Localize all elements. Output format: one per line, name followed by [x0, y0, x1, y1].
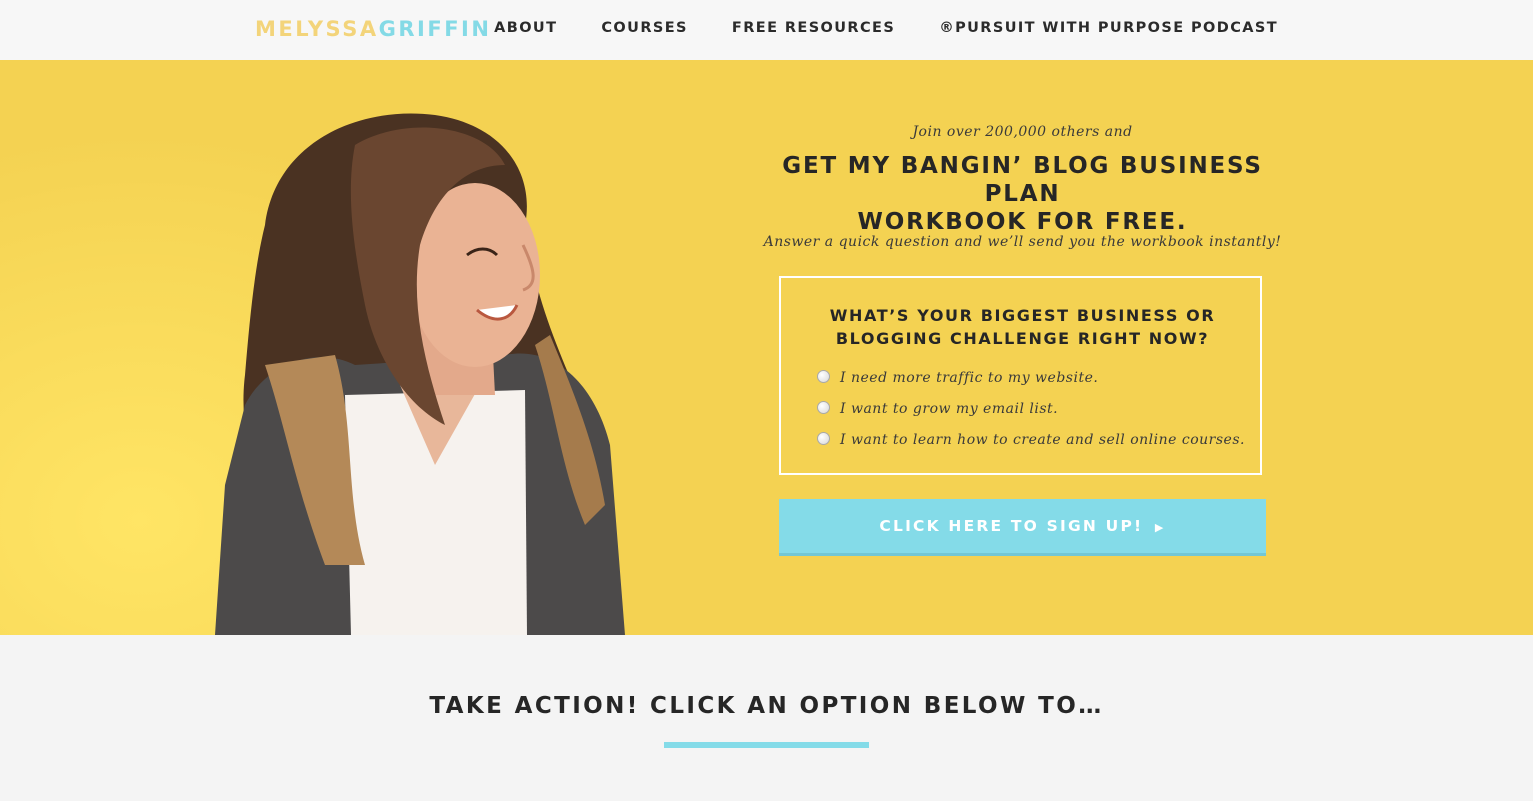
quiz-option-label: I want to grow my email list.: [840, 401, 1059, 417]
hero-section: Join over 200,000 others and GET MY BANG…: [0, 60, 1533, 635]
nav-courses[interactable]: COURSES: [601, 20, 688, 36]
hero-subtext: Answer a quick question and we’ll send y…: [763, 234, 1282, 250]
section-title: TAKE ACTION! CLICK AN OPTION BELOW TO…: [429, 693, 1104, 719]
hero-headline: GET MY BANGIN’ BLOG BUSINESS PLAN WORKBO…: [760, 152, 1285, 236]
quiz-question: WHAT’S YOUR BIGGEST BUSINESS OR BLOGGING…: [781, 304, 1264, 350]
radio-button-icon[interactable]: [817, 369, 830, 383]
radio-button-icon[interactable]: [817, 431, 830, 445]
site-logo[interactable]: MELYSSAGRIFFIN: [255, 17, 491, 41]
quiz-question-line-2: BLOGGING CHALLENGE RIGHT NOW?: [835, 329, 1210, 348]
radio-button-icon[interactable]: [817, 400, 830, 414]
section-title-underline: [664, 742, 869, 748]
nav-podcast[interactable]: ®PURSUIT WITH PURPOSE PODCAST: [939, 20, 1278, 36]
quiz-option-label: I need more traffic to my website.: [840, 370, 1099, 386]
quiz-question-line-1: WHAT’S YOUR BIGGEST BUSINESS OR: [829, 306, 1216, 325]
main-nav: ABOUT COURSES FREE RESOURCES ®PURSUIT WI…: [494, 20, 1278, 36]
play-triangle-icon: ▶: [1154, 521, 1166, 534]
sign-up-label: CLICK HERE TO SIGN UP!: [879, 517, 1144, 535]
hero-kicker: Join over 200,000 others and: [912, 124, 1133, 140]
portrait-image: [215, 113, 625, 635]
sign-up-button[interactable]: CLICK HERE TO SIGN UP! ▶: [779, 499, 1266, 556]
headline-line-2: WORKBOOK FOR FREE.: [857, 209, 1188, 235]
quiz-box: WHAT’S YOUR BIGGEST BUSINESS OR BLOGGING…: [779, 276, 1262, 475]
site-header: MELYSSAGRIFFIN ABOUT COURSES FREE RESOUR…: [0, 0, 1533, 60]
quiz-option-label: I want to learn how to create and sell o…: [840, 432, 1245, 448]
quiz-option-email-list[interactable]: I want to grow my email list.: [817, 399, 1058, 419]
nav-free-resources[interactable]: FREE RESOURCES: [732, 20, 895, 36]
logo-first-name: MELYSSA: [255, 17, 379, 41]
take-action-section: TAKE ACTION! CLICK AN OPTION BELOW TO…: [0, 635, 1533, 801]
nav-about[interactable]: ABOUT: [494, 20, 557, 36]
headline-line-1: GET MY BANGIN’ BLOG BUSINESS PLAN: [782, 153, 1263, 207]
quiz-option-courses[interactable]: I want to learn how to create and sell o…: [817, 430, 1245, 450]
logo-last-name: GRIFFIN: [378, 17, 492, 41]
quiz-option-traffic[interactable]: I need more traffic to my website.: [817, 368, 1098, 388]
